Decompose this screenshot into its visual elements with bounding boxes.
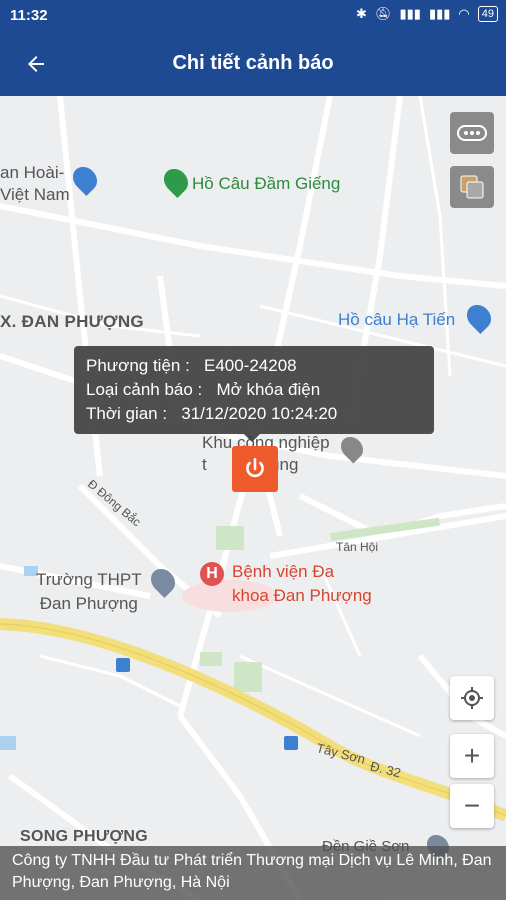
locate-button[interactable] <box>450 676 494 720</box>
popup-arrow <box>244 434 260 442</box>
bluetooth-icon: ✱ <box>356 6 367 21</box>
bus-stop-icon-2 <box>284 736 298 750</box>
page-title: Chi tiết cảnh báo <box>172 52 334 74</box>
zoom-out-button[interactable]: − <box>450 784 494 828</box>
alert-type-value: Mở khóa điện <box>216 380 321 399</box>
vehicle-row: Phương tiện : E400-24208 <box>86 356 297 376</box>
more-button[interactable] <box>450 112 494 154</box>
vehicle-value: E400-24208 <box>203 356 297 375</box>
time-row: Thời gian : 31/12/2020 10:24:20 <box>86 404 337 424</box>
time-label: Thời gian : <box>86 404 168 423</box>
alert-type-row: Loại cảnh báo : Mở khóa điện <box>86 380 320 400</box>
alert-type-label: Loại cảnh báo : <box>86 380 203 399</box>
layers-button[interactable] <box>450 166 494 208</box>
locate-icon <box>461 687 483 709</box>
bus-stop-icon <box>116 658 130 672</box>
map-label-song-phuong: SONG PHƯỢNG <box>20 828 149 845</box>
alert-info-popup: Phương tiện : E400-24208 Loại cảnh báo :… <box>74 346 434 442</box>
vehicle-marker[interactable] <box>232 446 278 492</box>
zoom-in-button[interactable]: + <box>450 734 494 778</box>
vehicle-label: Phương tiện : <box>86 356 190 375</box>
signal-icon-2: ▮▮▮ <box>428 6 451 21</box>
map-label-ho-cau-dam-gieng: Hồ Câu Đầm Giếng <box>192 174 341 193</box>
map-label-x-dan-phuong: X. ĐAN PHƯỢNG <box>0 312 144 331</box>
battery-icon: 49 <box>477 6 498 22</box>
map-label-benh-vien: Bệnh viện Đa khoa Đan Phượng <box>232 562 372 605</box>
status-icons: ✱ 🔕︎ ▮▮▮ ▮▮▮ ◠ 49 <box>356 6 498 22</box>
minus-icon: − <box>463 790 481 821</box>
plus-icon: + <box>463 740 481 771</box>
status-bar: 11:32 ✱ 🔕︎ ▮▮▮ ▮▮▮ ◠ 49 <box>0 0 506 32</box>
map-label-ho-cau-ha-tien: Hồ câu Hạ Tiến <box>338 310 456 329</box>
app-bar: Chi tiết cảnh báo <box>0 32 506 96</box>
map-label-truong-thpt: Trường THPT Đan Phượng <box>36 570 142 613</box>
signal-icon: ▮▮▮ <box>399 6 421 21</box>
layers-icon <box>460 175 484 199</box>
power-icon <box>246 457 264 478</box>
map-label-tan-hoi: Tân Hội <box>336 540 379 554</box>
status-time: 11:32 <box>10 7 48 24</box>
map-view[interactable]: an Hoài- Việt Nam Hồ Câu Đầm Giếng X. ĐA… <box>0 96 506 900</box>
address-bar: Công ty TNHH Đầu tư Phát triển Thương mạ… <box>0 846 506 900</box>
map-label-dan-hoai: an Hoài- Việt Nam <box>0 163 70 204</box>
time-value: 31/12/2020 10:24:20 <box>181 404 338 423</box>
map-roads <box>0 96 506 900</box>
mute-icon: 🔕︎ <box>374 6 392 21</box>
wifi-icon: ◠ <box>458 6 470 21</box>
more-icon <box>457 125 487 141</box>
hospital-icon: H <box>200 562 224 586</box>
